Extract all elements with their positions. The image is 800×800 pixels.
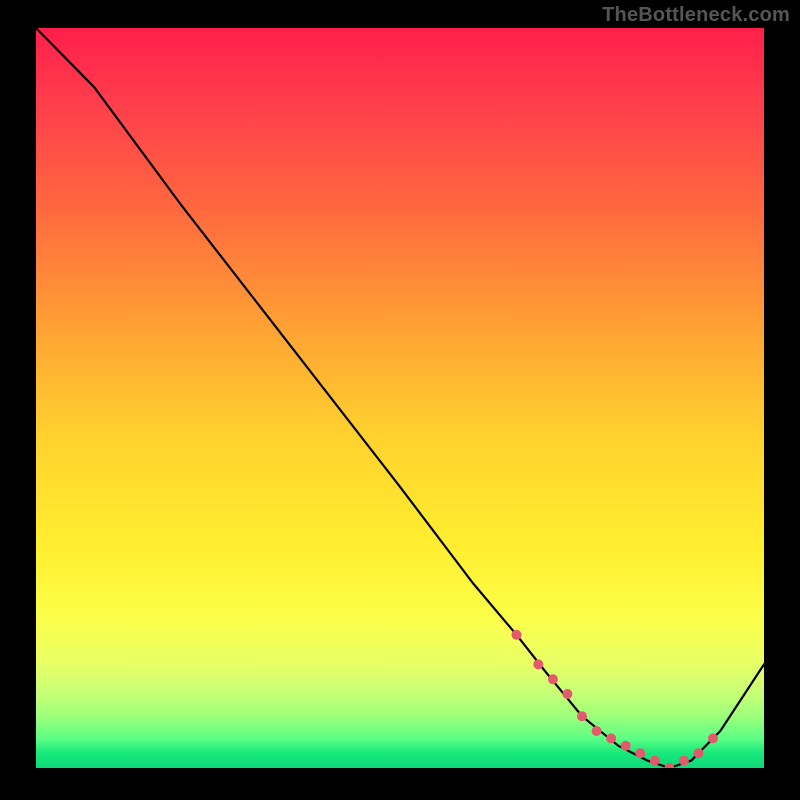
highlight-dot [562, 689, 572, 699]
curve-layer [36, 28, 764, 768]
bottleneck-curve [36, 28, 764, 768]
plot-area [36, 28, 764, 768]
highlight-dot [694, 748, 704, 758]
highlight-dots [512, 630, 719, 768]
highlight-dot [606, 733, 616, 743]
highlight-dot [548, 674, 558, 684]
highlight-dot [650, 756, 660, 766]
highlight-dot [664, 763, 674, 768]
highlight-dot [708, 733, 718, 743]
highlight-dot [577, 711, 587, 721]
chart-stage: TheBottleneck.com [0, 0, 800, 800]
highlight-dot [621, 741, 631, 751]
highlight-dot [635, 748, 645, 758]
highlight-dot [512, 630, 522, 640]
watermark-text: TheBottleneck.com [602, 4, 790, 27]
highlight-dot [679, 756, 689, 766]
highlight-dot [533, 659, 543, 669]
highlight-dot [592, 726, 602, 736]
